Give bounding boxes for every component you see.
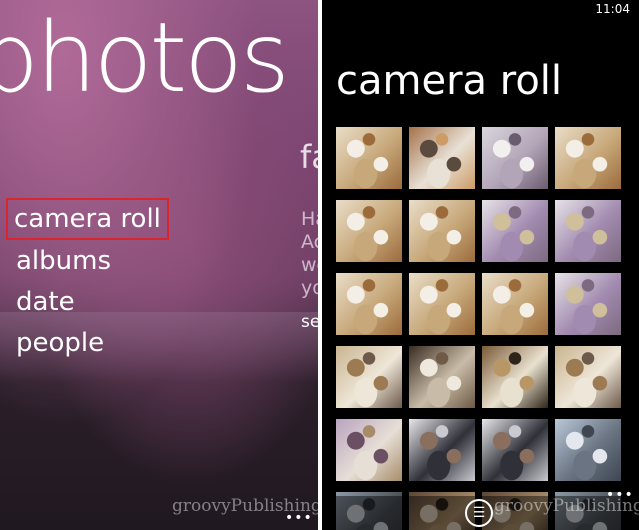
status-time: 11:04 — [595, 2, 630, 16]
photo-thumbnail[interactable] — [336, 346, 402, 408]
photo-thumbnail[interactable] — [482, 346, 548, 408]
menu-item-camera-roll[interactable]: camera roll — [6, 198, 169, 240]
next-section-text-line: Ac — [301, 231, 318, 253]
photos-hub-panel: photos fa Ha Ac we yo se camera roll alb… — [0, 0, 318, 530]
next-section-title[interactable]: fa — [300, 138, 318, 176]
photo-thumbnail[interactable] — [482, 200, 548, 262]
photo-thumbnail[interactable] — [336, 127, 402, 189]
menu-item-date[interactable]: date — [14, 282, 167, 323]
photo-thumbnail[interactable] — [555, 127, 621, 189]
photo-thumbnail[interactable] — [336, 200, 402, 262]
menu-item-albums[interactable]: albums — [14, 241, 167, 282]
more-options-button[interactable]: ••• — [606, 487, 634, 503]
menu-item-people[interactable]: people — [14, 323, 167, 364]
photo-thumbnail[interactable] — [555, 273, 621, 335]
camera-roll-panel: 11:04 camera roll ☰ groovyPublishing ••• — [322, 0, 639, 530]
photo-thumbnail[interactable] — [336, 273, 402, 335]
hub-title: photos — [0, 2, 290, 114]
list-icon[interactable]: ☰ — [465, 499, 493, 527]
photo-thumbnail[interactable] — [482, 127, 548, 189]
photos-menu: camera roll albums date people — [6, 198, 169, 364]
photo-thumbnail[interactable] — [555, 419, 621, 481]
photo-thumbnail[interactable] — [409, 127, 475, 189]
photo-thumbnail[interactable] — [555, 346, 621, 408]
next-section-text-line: Ha — [301, 208, 318, 230]
next-section-text: Ha Ac we yo — [301, 208, 318, 300]
next-section-link[interactable]: se — [301, 312, 318, 332]
photo-thumbnail[interactable] — [482, 273, 548, 335]
next-section-text-line: yo — [301, 277, 318, 299]
more-options-button[interactable]: ••• — [285, 510, 313, 526]
photo-thumbnail[interactable] — [482, 419, 548, 481]
photo-thumbnail[interactable] — [409, 200, 475, 262]
photo-thumbnail[interactable] — [409, 273, 475, 335]
photo-thumbnail[interactable] — [555, 200, 621, 262]
next-section-text-line: we — [301, 254, 318, 276]
photo-thumbnail[interactable] — [336, 419, 402, 481]
photo-thumbnail[interactable] — [409, 419, 475, 481]
photo-thumbnail[interactable] — [409, 346, 475, 408]
page-title: camera roll — [336, 58, 563, 104]
